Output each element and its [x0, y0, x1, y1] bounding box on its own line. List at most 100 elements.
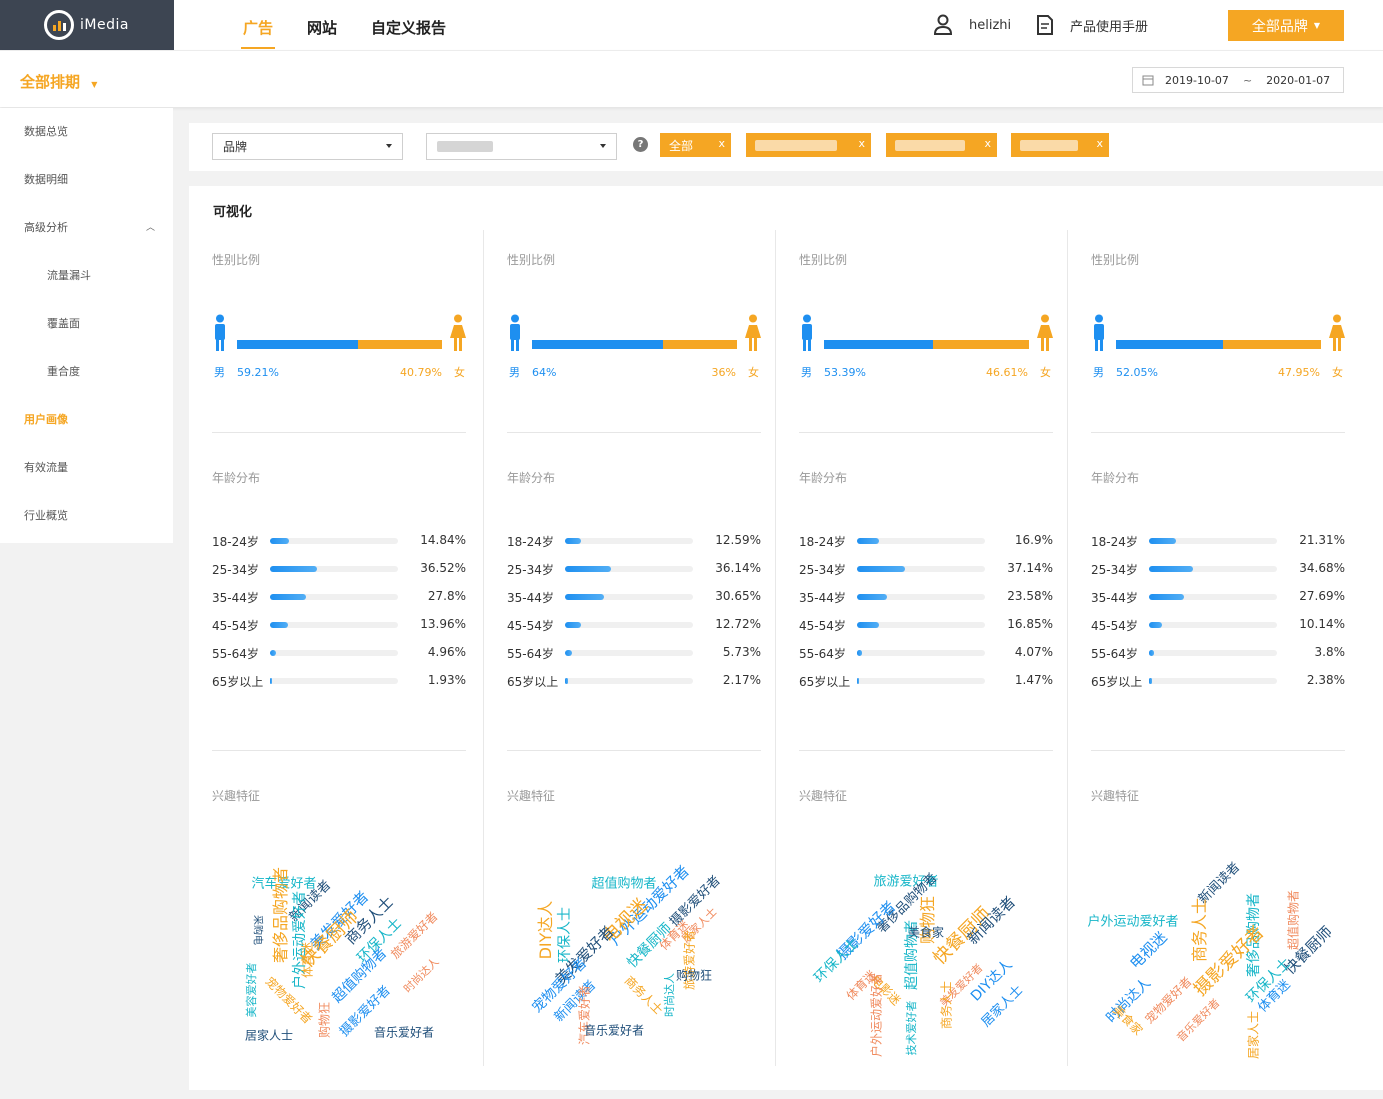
male-label: 男 52.05% — [1093, 364, 1158, 380]
age-value: 23.58% — [1007, 589, 1053, 603]
filter-chip[interactable]: x — [746, 133, 871, 157]
age-label: 35-44岁 — [799, 591, 846, 605]
interest-word[interactable]: 体育迷 — [299, 942, 316, 978]
interest-word[interactable]: 美容爱好者 — [243, 963, 259, 1018]
divider — [507, 750, 761, 751]
sidebar-item-advanced[interactable]: 高级分析 ︿ — [0, 204, 173, 252]
interest-word[interactable]: 采购电 — [252, 915, 267, 945]
age-bar — [270, 538, 289, 544]
sidebar-item-user-profile[interactable]: 用户画像 — [0, 396, 173, 444]
interest-word[interactable]: 美食家 — [908, 924, 944, 941]
interest-word[interactable]: 奢侈品购物者 — [267, 867, 291, 963]
interest-word[interactable]: 居家人士 — [245, 1027, 293, 1044]
interest-word[interactable]: 户外运动爱好者 — [868, 973, 885, 1057]
divider — [1091, 750, 1345, 751]
interest-word[interactable]: DIY达人 — [532, 901, 556, 960]
interest-word[interactable]: 购物狂 — [316, 1002, 333, 1038]
age-bar-track — [857, 566, 985, 572]
interest-section-title: 兴趣特征 — [507, 789, 556, 803]
interest-section-title: 兴趣特征 — [799, 789, 848, 803]
chip-label: 全部 — [669, 138, 694, 153]
interest-word[interactable]: 商务人士 — [1186, 898, 1210, 962]
interest-word[interactable]: 居家人士 — [1245, 1011, 1262, 1059]
interest-word[interactable]: 电视迷 — [1125, 927, 1172, 974]
tab-website[interactable]: 网站 — [305, 0, 339, 50]
manual-link[interactable]: 产品使用手册 — [1036, 14, 1148, 36]
female-figure-icon — [1329, 314, 1345, 351]
tab-ads[interactable]: 广告 — [241, 0, 276, 50]
filter-chip[interactable]: x — [1011, 133, 1109, 157]
close-icon[interactable]: x — [858, 137, 865, 150]
profile-column: 性别比例男 59.21% 40.79% 女年龄分布 18-24岁 14.84% 25-34岁… — [189, 230, 481, 1066]
gender-bar-male — [532, 340, 664, 349]
age-label: 55-64岁 — [1091, 647, 1138, 661]
sub-bar: 全部排期 ▼ 2019-10-07 ~ 2020-01-07 — [0, 50, 1383, 107]
visualization-panel: 可视化 性别比例男 59.21% 40.79% 女年龄分布 18-24岁 14.84% 25… — [189, 186, 1383, 1090]
gender-bar-female — [933, 340, 1029, 349]
user-menu[interactable]: helizhi — [933, 14, 1011, 36]
interest-word[interactable]: 商务人士 — [938, 981, 955, 1029]
interest-word[interactable]: 时尚达人 — [661, 973, 677, 1017]
tab-custom-report[interactable]: 自定义报告 — [369, 0, 448, 50]
sidebar-item-funnel[interactable]: 流量漏斗 — [0, 252, 173, 300]
age-row: 35-44岁 23.58% — [799, 588, 1053, 605]
close-icon[interactable]: x — [718, 137, 725, 150]
date-range-picker[interactable]: 2019-10-07 ~ 2020-01-07 — [1132, 67, 1344, 93]
female-percent: 40.79% — [400, 366, 442, 379]
age-label: 25-34岁 — [1091, 563, 1138, 577]
age-label: 55-64岁 — [799, 647, 846, 661]
sidebar-item-overview[interactable]: 数据总览 — [0, 108, 173, 156]
brand-filter-select[interactable] — [426, 133, 617, 160]
age-row: 45-54岁 13.96% — [212, 616, 466, 633]
age-bar — [270, 650, 277, 656]
caret-down-icon — [600, 144, 606, 148]
sidebar-item-coverage[interactable]: 覆盖面 — [0, 300, 173, 348]
brand-select-button[interactable]: 全部品牌 ▼ — [1228, 10, 1344, 41]
age-row: 18-24岁 21.31% — [1091, 532, 1345, 549]
age-value: 13.96% — [420, 617, 466, 631]
age-value: 5.73% — [722, 645, 761, 659]
dimension-select[interactable]: 品牌 — [212, 133, 403, 160]
filter-chip[interactable]: x — [886, 133, 997, 157]
help-icon[interactable]: ? — [633, 137, 648, 152]
filter-chip-all[interactable]: 全部 x — [660, 133, 731, 157]
interest-word[interactable]: 技术爱好者 — [903, 1001, 919, 1056]
app-logo[interactable]: iMedia — [0, 0, 174, 50]
male-label: 男 53.39% — [801, 364, 866, 380]
age-bar-track — [565, 650, 693, 656]
age-bar — [857, 622, 879, 628]
divider — [212, 432, 466, 433]
age-row: 55-64岁 4.96% — [212, 644, 466, 661]
age-bar — [565, 678, 568, 684]
interest-word[interactable]: 音乐爱好者 — [374, 1024, 434, 1041]
interest-word[interactable]: 购物狂 — [676, 967, 712, 984]
interest-word[interactable]: 户外运动爱好者 — [1087, 911, 1178, 930]
date-end: 2020-01-07 — [1266, 73, 1331, 87]
gender-bar — [237, 340, 442, 349]
close-icon[interactable]: x — [984, 137, 991, 150]
date-start: 2019-10-07 — [1165, 73, 1229, 87]
age-value: 12.72% — [715, 617, 761, 631]
interest-word[interactable]: 音乐爱好者 — [1173, 995, 1223, 1045]
interest-word[interactable]: 超值购物者 — [1285, 890, 1302, 950]
age-bar-track — [270, 650, 398, 656]
age-label: 35-44岁 — [507, 591, 554, 605]
interest-word[interactable]: 时尚达人 — [400, 954, 442, 996]
close-icon[interactable]: x — [1096, 137, 1103, 150]
age-label: 45-54岁 — [507, 619, 554, 633]
sidebar-item-valid-traffic[interactable]: 有效流量 — [0, 444, 173, 492]
sidebar-item-details[interactable]: 数据明细 — [0, 156, 173, 204]
age-bar-track — [565, 678, 693, 684]
age-label: 65岁以上 — [799, 675, 851, 689]
caret-down-icon: ▼ — [1313, 21, 1321, 30]
sidebar-item-overlap[interactable]: 重合度 — [0, 348, 173, 396]
gender-bar-male — [824, 340, 934, 349]
sidebar-item-industry[interactable]: 行业概览 — [0, 492, 173, 540]
age-value: 34.68% — [1299, 561, 1345, 575]
divider — [212, 750, 466, 751]
age-value: 27.69% — [1299, 589, 1345, 603]
interest-word[interactable]: 音乐爱好者 — [584, 1022, 644, 1039]
dimension-value: 品牌 — [223, 140, 248, 154]
interest-word[interactable]: 超值购物者 — [591, 873, 656, 892]
schedule-select[interactable]: 全部排期 ▼ — [20, 71, 97, 92]
